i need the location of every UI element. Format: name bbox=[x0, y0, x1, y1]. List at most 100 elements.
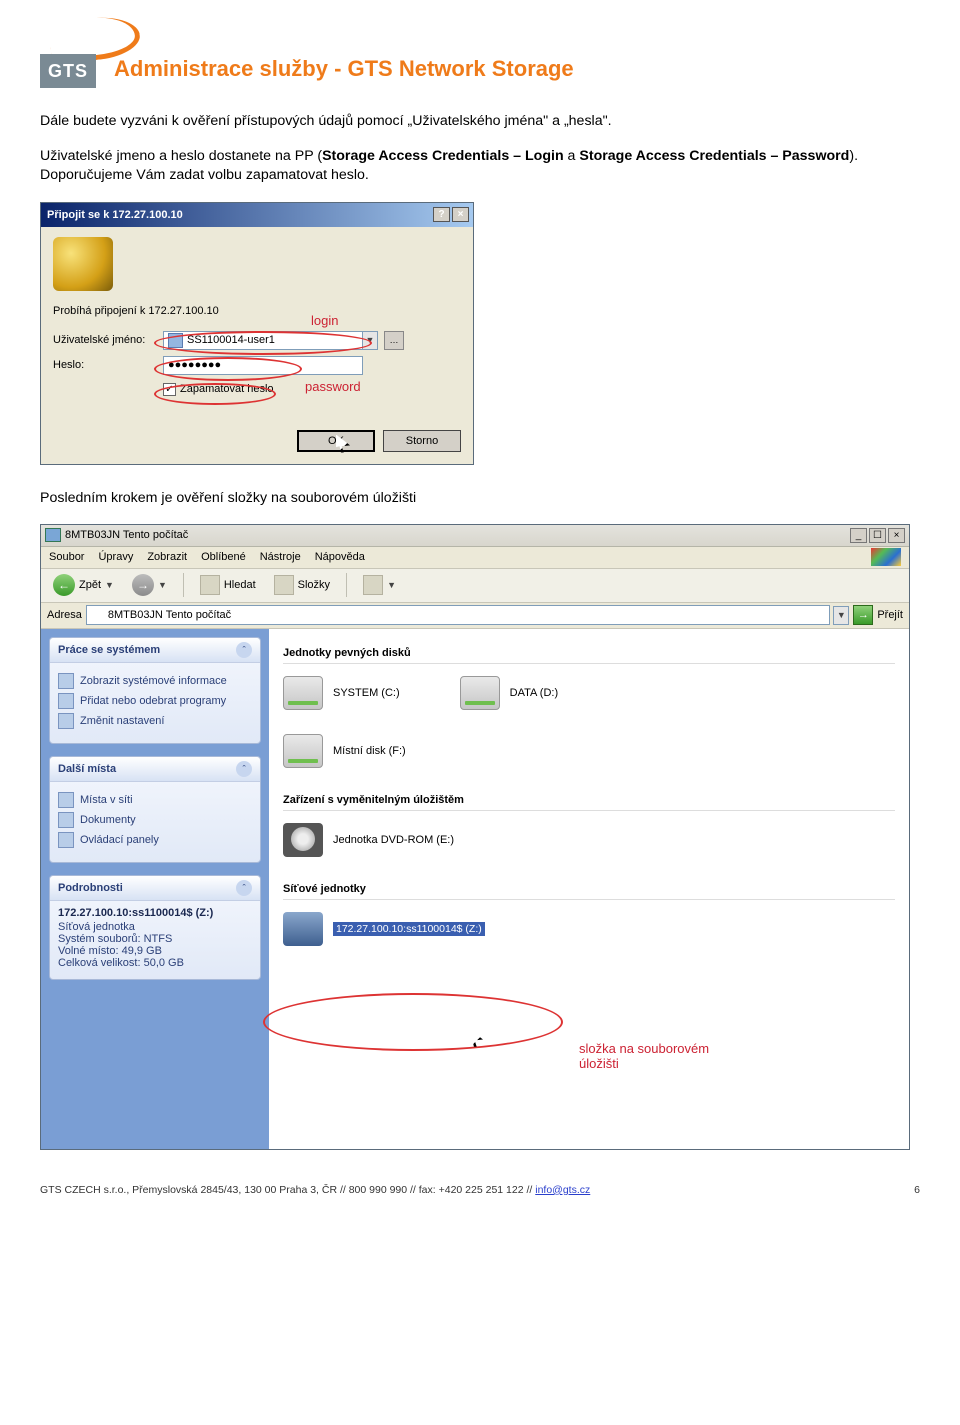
footer-text: GTS CZECH s.r.o., Přemyslovská 2845/43, … bbox=[40, 1184, 535, 1196]
si-label: Ovládací panely bbox=[80, 834, 159, 846]
address-bar: Adresa 8MTB03JN Tento počítač ▼ → Přejít bbox=[41, 603, 909, 629]
drive-label: Místní disk (F:) bbox=[333, 745, 406, 757]
annotation-login: login bbox=[311, 313, 338, 328]
menu-nastroje[interactable]: Nástroje bbox=[260, 551, 301, 563]
explorer-title: 8MTB03JN Tento počítač bbox=[65, 529, 188, 541]
si-label: Změnit nastavení bbox=[80, 715, 164, 727]
menu-oblibene[interactable]: Oblíbené bbox=[201, 551, 246, 563]
forward-button[interactable]: → ▼ bbox=[126, 572, 173, 598]
connect-dialog: Připojit se k 172.27.100.10 ? × Probíhá … bbox=[40, 202, 474, 465]
drive-data-d[interactable]: DATA (D:) bbox=[460, 676, 558, 710]
back-label: Zpět bbox=[79, 579, 101, 591]
menu-upravy[interactable]: Úpravy bbox=[98, 551, 133, 563]
username-dropdown-button[interactable]: ▼ bbox=[362, 331, 378, 350]
password-input[interactable]: ●●●●●●●● bbox=[163, 356, 363, 375]
explorer-content: Jednotky pevných disků SYSTEM (C:) DATA … bbox=[269, 629, 909, 1149]
add-remove-icon bbox=[58, 693, 74, 709]
search-label: Hledat bbox=[224, 579, 256, 591]
sidebar-item-control-panel[interactable]: Ovládací panely bbox=[58, 832, 252, 848]
dialog-body: Probíhá připojení k 172.27.100.10 Uživat… bbox=[41, 227, 473, 410]
explorer-titlebar: 8MTB03JN Tento počítač _ ☐ × bbox=[41, 525, 909, 547]
titlebar-help-button[interactable]: ? bbox=[433, 207, 450, 222]
menu-napoveda[interactable]: Nápověda bbox=[315, 551, 365, 563]
drive-label: 172.27.100.10:ss1100014$ (Z:) bbox=[333, 922, 485, 936]
drive-label: SYSTEM (C:) bbox=[333, 687, 400, 699]
control-panel-icon bbox=[58, 832, 74, 848]
footer-email-link[interactable]: info@gts.cz bbox=[535, 1184, 590, 1196]
si-label: Místa v síti bbox=[80, 794, 133, 806]
menu-soubor[interactable]: Soubor bbox=[49, 551, 84, 563]
folders-label: Složky bbox=[298, 579, 330, 591]
si-label: Dokumenty bbox=[80, 814, 136, 826]
toolbar: ← Zpět ▼ → ▼ Hledat Složky ▼ bbox=[41, 569, 909, 603]
remember-password-label: Zapamatovat heslo bbox=[180, 383, 274, 395]
page-footer: GTS CZECH s.r.o., Přemyslovská 2845/43, … bbox=[40, 1184, 920, 1196]
paragraph-intro: Dále budete vyzváni k ověření přístupový… bbox=[40, 112, 920, 131]
minimize-button[interactable]: _ bbox=[850, 528, 867, 543]
go-button[interactable]: → bbox=[853, 605, 873, 625]
close-button[interactable]: × bbox=[888, 528, 905, 543]
hard-drive-icon bbox=[460, 676, 500, 710]
sidebar-item-network-places[interactable]: Místa v síti bbox=[58, 792, 252, 808]
dialog-title: Připojit se k 172.27.100.10 bbox=[47, 209, 183, 221]
network-drive-z[interactable]: 172.27.100.10:ss1100014$ (Z:) bbox=[283, 912, 485, 946]
section-hard-drives: Jednotky pevných disků bbox=[283, 647, 895, 664]
section-network-drives: Síťové jednotky bbox=[283, 883, 895, 900]
titlebar-close-button[interactable]: × bbox=[452, 207, 469, 222]
menu-zobrazit[interactable]: Zobrazit bbox=[147, 551, 187, 563]
menu-bar: Soubor Úpravy Zobrazit Oblíbené Nástroje… bbox=[41, 547, 909, 569]
page-title: Administrace služby - GTS Network Storag… bbox=[114, 56, 574, 82]
address-input[interactable]: 8MTB03JN Tento počítač bbox=[86, 605, 830, 625]
collapse-button[interactable]: ˆ bbox=[236, 642, 252, 658]
annotation-password: password bbox=[305, 379, 361, 394]
annotation-netfolder-1: složka na souborovém bbox=[579, 1041, 709, 1057]
sidebar-item-documents[interactable]: Dokumenty bbox=[58, 812, 252, 828]
device-dvd-e[interactable]: Jednotka DVD-ROM (E:) bbox=[283, 823, 454, 857]
details-total-size: Celková velikost: 50,0 GB bbox=[58, 957, 252, 969]
username-input[interactable]: SS1100014-user1 bbox=[163, 331, 363, 350]
drive-label: Jednotka DVD-ROM (E:) bbox=[333, 834, 454, 846]
p1-lead: Uživatelské jmeno a heslo dostanete na P… bbox=[40, 148, 322, 164]
drive-local-f[interactable]: Místní disk (F:) bbox=[283, 734, 406, 768]
chevron-down-icon: ▼ bbox=[105, 580, 114, 590]
folders-button[interactable]: Složky bbox=[268, 572, 336, 598]
network-drive-icon bbox=[283, 912, 323, 946]
checkmark-icon: ✓ bbox=[165, 384, 173, 395]
documents-icon bbox=[58, 812, 74, 828]
separator bbox=[183, 573, 184, 597]
dialog-titlebar: Připojit se k 172.27.100.10 ? × bbox=[41, 203, 473, 227]
details-filesystem: Systém souborů: NTFS bbox=[58, 933, 252, 945]
collapse-button[interactable]: ˆ bbox=[236, 880, 252, 896]
views-icon bbox=[363, 575, 383, 595]
address-dropdown-button[interactable]: ▼ bbox=[833, 606, 849, 625]
password-value: ●●●●●●●● bbox=[168, 359, 221, 371]
maximize-button[interactable]: ☐ bbox=[869, 528, 886, 543]
chevron-down-icon: ▼ bbox=[366, 335, 375, 345]
cancel-button[interactable]: Storno bbox=[383, 430, 461, 452]
username-browse-button[interactable]: … bbox=[384, 331, 404, 350]
user-icon bbox=[168, 333, 183, 348]
windows-flag-icon bbox=[871, 548, 901, 566]
ok-button[interactable]: OK bbox=[297, 430, 375, 452]
details-drive-type: Síťová jednotka bbox=[58, 921, 252, 933]
p1-bold-login: Storage Access Credentials – Login bbox=[322, 148, 564, 164]
gts-logo: GTS bbox=[40, 28, 96, 84]
panel3-title: Podrobnosti bbox=[58, 882, 123, 894]
username-value: SS1100014-user1 bbox=[187, 334, 275, 346]
collapse-button[interactable]: ˆ bbox=[236, 761, 252, 777]
drive-system-c[interactable]: SYSTEM (C:) bbox=[283, 676, 400, 710]
sidebar-item-change-settings[interactable]: Změnit nastavení bbox=[58, 713, 252, 729]
go-label: Přejít bbox=[877, 609, 903, 621]
annotation-netfolder-2: úložišti bbox=[579, 1056, 709, 1072]
search-button[interactable]: Hledat bbox=[194, 572, 262, 598]
network-icon bbox=[58, 792, 74, 808]
search-icon bbox=[200, 575, 220, 595]
chevron-down-icon: ▼ bbox=[387, 580, 396, 590]
views-button[interactable]: ▼ bbox=[357, 572, 402, 598]
hard-drive-icon bbox=[283, 676, 323, 710]
paragraph-creds: Uživatelské jmeno a heslo dostanete na P… bbox=[40, 147, 920, 185]
remember-password-checkbox[interactable]: ✓ bbox=[163, 383, 176, 396]
sidebar-item-add-remove[interactable]: Přidat nebo odebrat programy bbox=[58, 693, 252, 709]
back-button[interactable]: ← Zpět ▼ bbox=[47, 572, 120, 598]
sidebar-item-system-info[interactable]: Zobrazit systémové informace bbox=[58, 673, 252, 689]
